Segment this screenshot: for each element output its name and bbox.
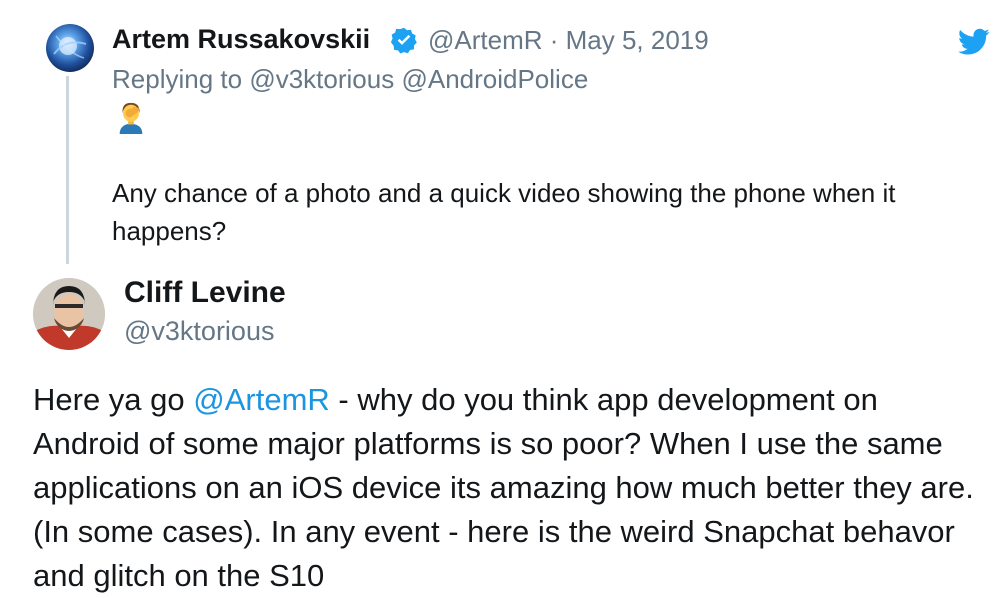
avatar-cliff[interactable] (33, 278, 105, 350)
reply-meta: @ArtemR · May 5, 2019 (428, 25, 709, 56)
avatar-cliff-image (33, 278, 105, 350)
twitter-bird-icon[interactable] (958, 28, 990, 56)
main-tweet-text-prefix: Here ya go (33, 382, 194, 417)
replying-to-mention-2[interactable]: @AndroidPolice (401, 64, 588, 94)
main-author-name[interactable]: Cliff Levine (124, 276, 286, 310)
replying-to-prefix: Replying to (112, 64, 250, 94)
main-tweet-text: Here ya go @ArtemR - why do you think ap… (33, 378, 983, 598)
main-tweet-mention[interactable]: @ArtemR (193, 382, 330, 417)
facepalm-emoji-icon (119, 102, 143, 134)
main-author-handle[interactable]: @v3ktorious (124, 316, 274, 347)
replying-to-line: Replying to @v3ktorious @AndroidPolice (112, 64, 588, 95)
reply-tweet-text: Any chance of a photo and a quick video … (112, 178, 896, 246)
reply-date[interactable]: May 5, 2019 (566, 25, 709, 55)
avatar-artem-image (53, 35, 87, 59)
meta-separator: · (542, 25, 566, 55)
reply-author-handle[interactable]: @ArtemR (428, 25, 543, 55)
avatar-artem[interactable] (46, 24, 94, 72)
reply-author-name[interactable]: Artem Russakovskii (112, 24, 370, 55)
verified-badge-icon (390, 27, 417, 54)
replying-to-mention-1[interactable]: @v3ktorious (249, 64, 394, 94)
thread-connector-line (66, 76, 69, 264)
